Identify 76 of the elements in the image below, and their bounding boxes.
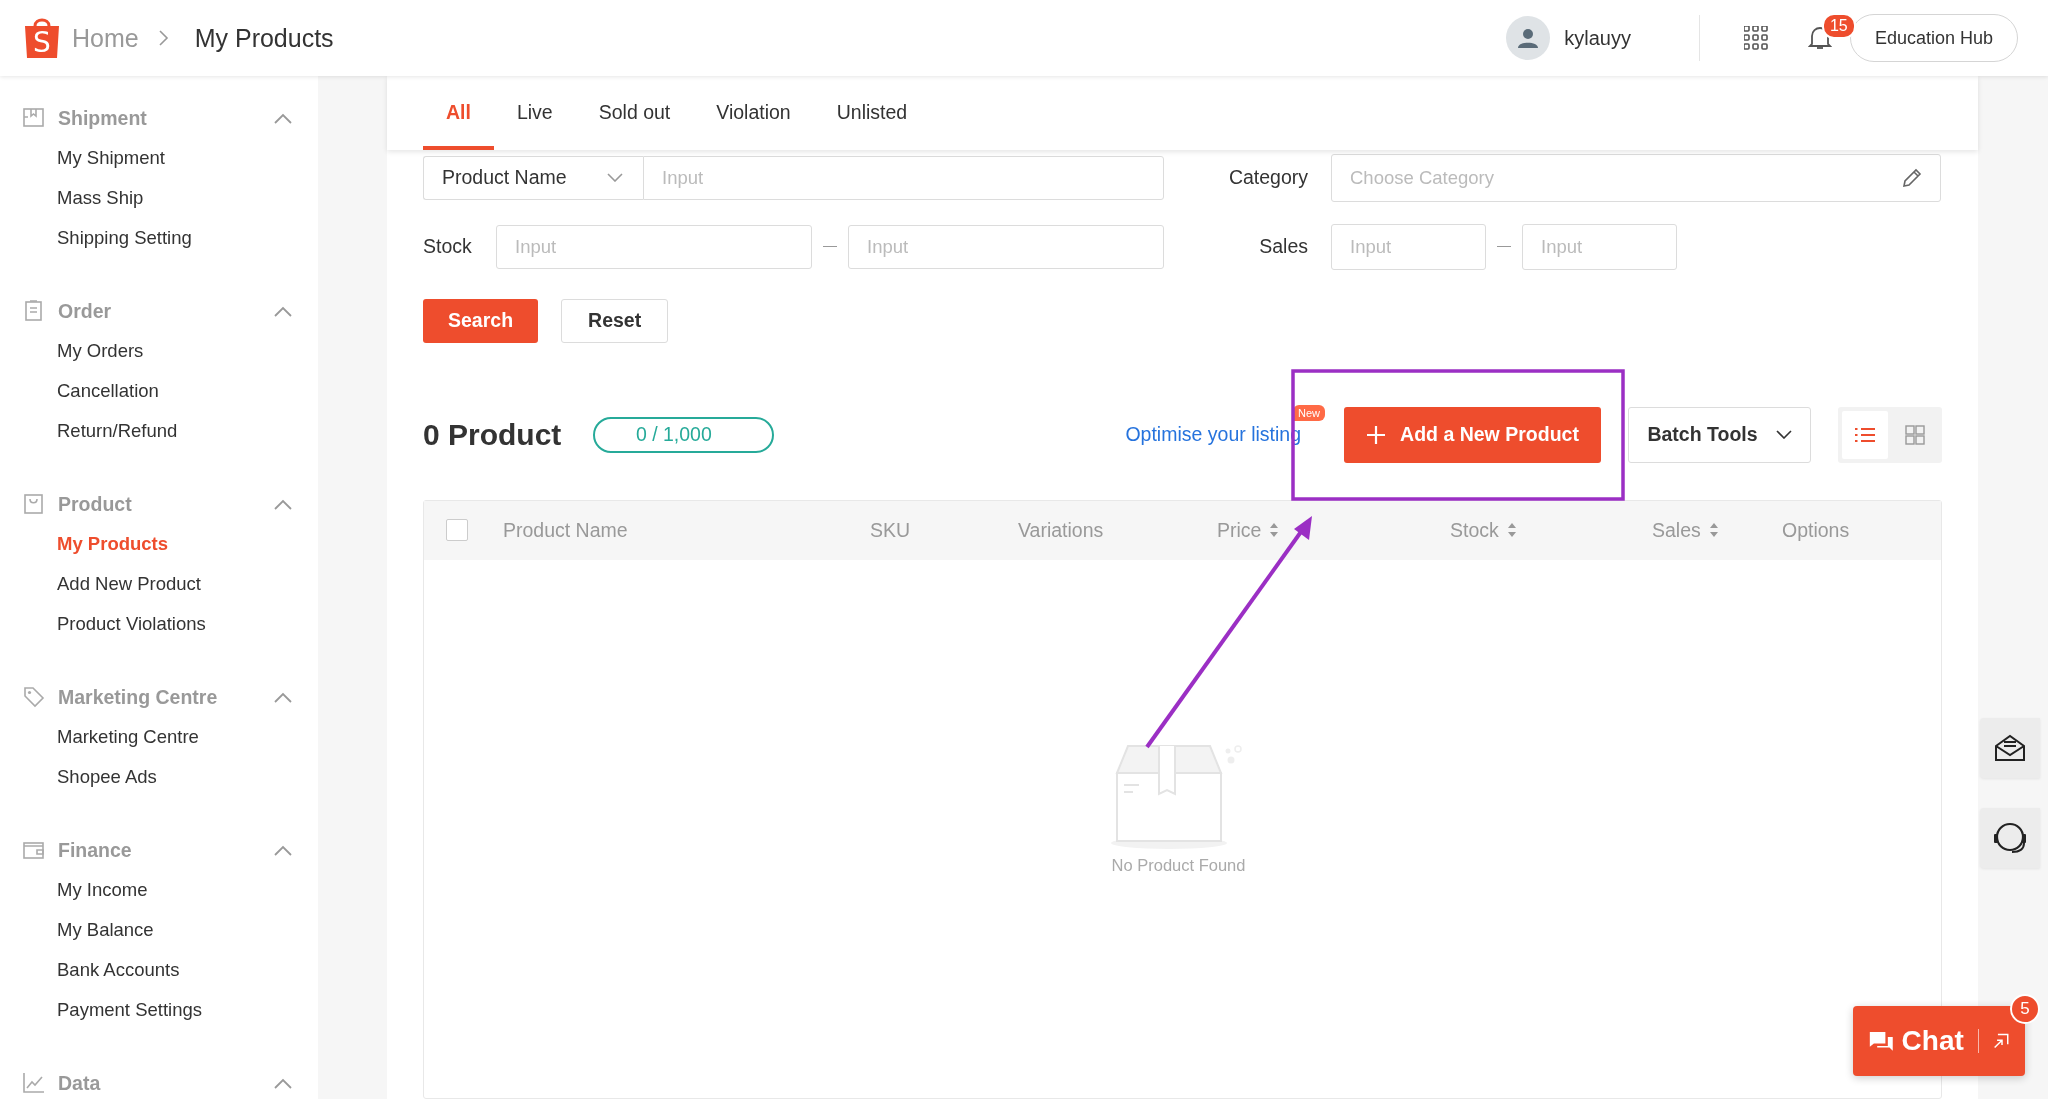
quota-pill: 0 / 1,000 [593,416,775,453]
sidebar-item[interactable]: My Products [57,524,169,564]
filter-tab[interactable]: Unlisted [813,76,931,150]
page-title: My Products [194,23,334,53]
chevron-up-icon[interactable] [274,1077,292,1089]
view-toggle-button[interactable] [1842,410,1888,459]
sidebar-item[interactable]: Cancellation [57,371,159,411]
grid-view-icon [1905,424,1925,445]
filter-tab[interactable]: Live [493,76,576,150]
plus-icon [1366,424,1387,445]
bell-icon[interactable] [1807,25,1832,51]
sidebar-item[interactable]: Product Violations [57,604,206,644]
sort-icon[interactable] [1269,522,1280,539]
sidebar-item[interactable]: Add New Product [57,564,201,604]
chevron-up-icon[interactable] [274,305,292,317]
expand-icon[interactable] [1992,1031,2009,1051]
envelope-icon [1994,734,2026,762]
line-chart-icon [22,1071,46,1095]
chevron-up-icon[interactable] [274,498,292,510]
sort-icon[interactable] [1506,522,1517,539]
sidebar-item[interactable]: Bank Accounts [57,950,180,990]
sales-max-input[interactable]: Input [1522,223,1677,270]
sidebar-item[interactable]: Return/Refund [57,411,178,451]
reset-button[interactable]: Reset [561,298,669,343]
add-product-button[interactable]: Add a New Product [1344,406,1601,463]
column-header: Variations [1018,518,1104,542]
search-type-dropdown[interactable]: Product Name [423,155,643,200]
sidebar-item[interactable]: My Income [57,870,148,910]
username[interactable]: kylauyy [1564,26,1631,50]
filter-tab[interactable]: Sold out [575,76,694,150]
column-header: Options [1782,518,1850,542]
avatar[interactable] [1506,16,1551,60]
column-header: SKU [870,518,911,542]
sidebar-item[interactable]: My Balance [57,910,154,950]
sidebar-item[interactable]: My Orders [57,331,144,371]
support-button[interactable] [1980,808,2040,868]
list-view-icon [1855,426,1875,443]
apps-grid-icon[interactable] [1743,26,1768,50]
filter-tab[interactable]: All [423,76,494,150]
sidebar-item[interactable]: Shipping Setting [57,218,192,258]
chevron-right-icon [158,30,169,46]
sidebar-item[interactable]: Mass Ship [57,178,144,218]
sort-icon[interactable] [1708,522,1719,539]
search-button[interactable]: Search [423,298,539,343]
mail-button[interactable] [1980,718,2040,778]
field-label: Sales [1258,235,1308,259]
tag-icon [22,685,46,709]
stock-max-input[interactable]: Input [848,224,1164,269]
sidebar-item[interactable]: My Shipment [57,138,165,178]
product-count: 0 Product [423,417,562,452]
stock-min-input[interactable]: Input [496,224,812,269]
education-hub-button[interactable]: Education Hub [1849,14,2018,62]
package-icon [22,106,46,130]
search-input[interactable]: Input [643,155,1164,200]
column-header: Product Name [503,518,628,542]
filter-tab[interactable]: Violation [693,76,814,150]
sidebar-item[interactable]: Payment Settings [57,990,202,1030]
sales-min-input[interactable]: Input [1331,223,1486,270]
chevron-up-icon[interactable] [274,112,292,124]
notification-badge: 15 [1821,13,1856,39]
caret-icon [607,173,623,183]
chevron-up-icon[interactable] [274,844,292,856]
category-field[interactable]: Choose Category [1331,153,1941,202]
sidebar-item[interactable]: Shopee Ads [57,757,157,797]
pencil-icon[interactable] [1901,166,1923,189]
shopping-bag-icon [22,492,46,516]
field-label: Stock [423,235,473,259]
chevron-up-icon[interactable] [274,691,292,703]
headset-icon [1992,820,2028,856]
batch-tools-button[interactable]: Batch Tools [1628,406,1811,463]
sidebar-item[interactable]: Marketing Centre [57,717,199,757]
person-icon [1517,27,1540,49]
empty-state-message: No Product Found [1111,855,1246,875]
field-label: Category [1227,166,1308,190]
select-all-checkbox[interactable] [446,519,468,542]
caret-icon [1775,430,1792,440]
